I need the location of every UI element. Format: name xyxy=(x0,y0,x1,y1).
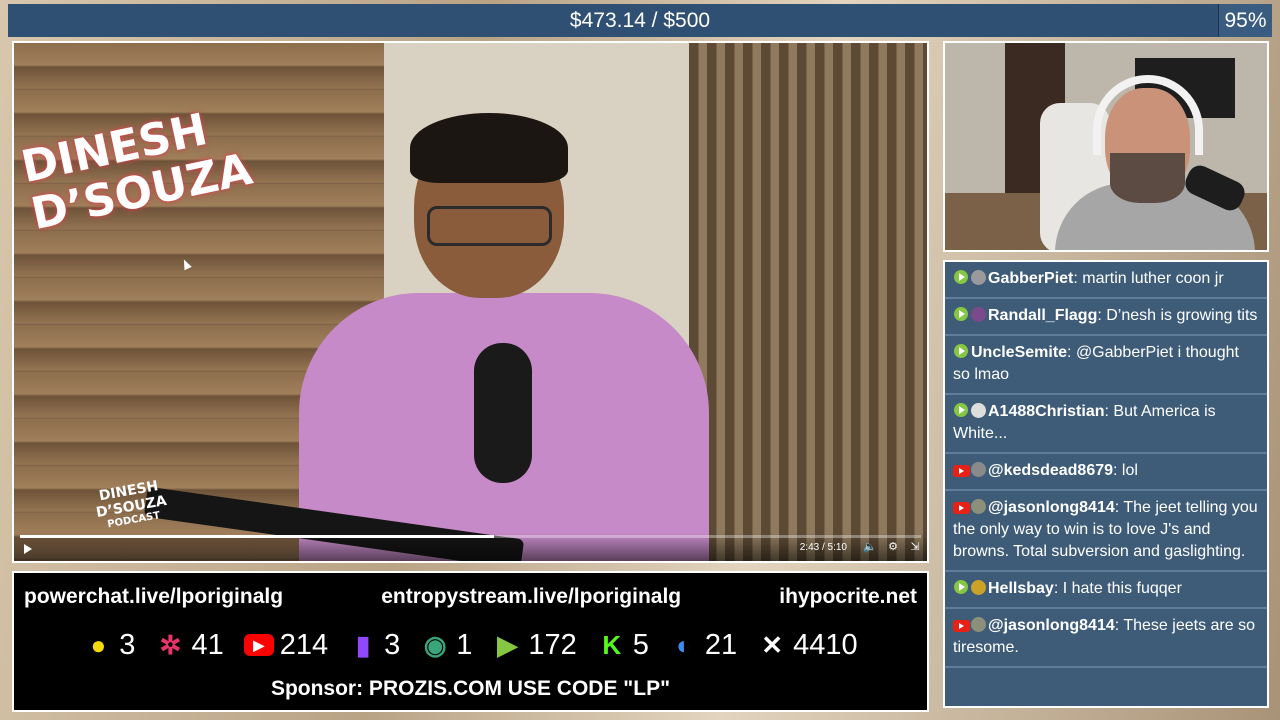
rumble-icon xyxy=(953,307,970,322)
video-progress-track[interactable] xyxy=(20,535,921,538)
player-controls: 2:43 / 5:10 🔈 ⚙ ⇲ xyxy=(14,533,927,561)
twitch-icon: ▮ xyxy=(355,630,371,660)
info-panel: powerchat.live/lporiginalg entropystream… xyxy=(12,571,929,712)
link-ihypocrite[interactable]: ihypocrite.net xyxy=(779,585,917,613)
kick-icon: K xyxy=(602,630,622,660)
volume-icon[interactable]: 🔈 xyxy=(863,541,877,553)
video-progress-fill xyxy=(20,535,494,538)
rumble-icon xyxy=(953,403,970,418)
sponsor-text: Sponsor: PROZIS.COM USE CODE "LP" xyxy=(270,677,671,700)
robot-face-icon: ● xyxy=(90,630,107,660)
donation-goal-bar: $473.14 / $500 95% xyxy=(8,4,1272,37)
avatar xyxy=(971,462,986,477)
stat-value: 172 xyxy=(528,628,577,661)
chat-message: Hellsbay: I hate this fuqqer xyxy=(945,572,1267,609)
moon-icon: ◐ xyxy=(676,630,692,660)
podcast-microphone xyxy=(474,343,532,483)
viewer-stats-row: ● 3 ✲ 41 ▶ 214 ▮ 3 ◉ 1 ▶ 172 K 5 ◐ 21 ✕ 4410 xyxy=(14,625,927,665)
stat-value: 4410 xyxy=(793,628,858,661)
links-row: powerchat.live/lporiginalg entropystream… xyxy=(14,585,927,613)
chat-username[interactable]: @kedsdead8679 xyxy=(988,462,1113,479)
stat-twitch: ▮ 3 xyxy=(348,629,400,662)
chat-username[interactable]: @jasonlong8414 xyxy=(988,499,1115,516)
chat-message: UncleSemite: @GabberPiet i thought so lm… xyxy=(945,336,1267,395)
youtube-icon xyxy=(953,502,970,514)
stat-value: 21 xyxy=(704,628,738,661)
streamer-webcam xyxy=(943,41,1269,252)
chat-username[interactable]: Randall_Flagg xyxy=(988,307,1097,324)
stat-value: 3 xyxy=(119,628,136,661)
stat-youtube: ▶ 214 xyxy=(243,628,329,662)
play-icon[interactable] xyxy=(24,544,32,554)
host-hair xyxy=(410,113,568,183)
stat-moon: ◐ 21 xyxy=(669,629,737,662)
goal-amount: $473.14 / $500 xyxy=(569,9,711,32)
globe-icon: ◉ xyxy=(423,630,447,660)
streamer-beard xyxy=(1110,153,1185,203)
avatar xyxy=(971,403,986,418)
goal-percent: 95% xyxy=(1218,4,1272,37)
stat-dancer: ✲ 41 xyxy=(155,628,224,662)
chat-message: Randall_Flagg: D’nesh is growing tits xyxy=(945,299,1267,336)
chat-username[interactable]: Hellsbay xyxy=(988,580,1054,597)
settings-gear-icon[interactable]: ⚙ xyxy=(887,541,899,553)
rumble-icon xyxy=(953,270,970,285)
youtube-icon: ▶ xyxy=(243,634,274,656)
chat-username[interactable]: UncleSemite xyxy=(971,344,1067,361)
stat-value: 214 xyxy=(279,628,329,661)
stat-globe: ◉ 1 xyxy=(420,629,472,662)
chat-message: @kedsdead8679: lol xyxy=(945,454,1267,491)
stat-robot-face: ● 3 xyxy=(83,629,135,662)
chat-text: : I hate this fuqqer xyxy=(1053,580,1182,597)
video-time: 2:43 / 5:10 xyxy=(799,542,847,553)
stat-x: ✕ 4410 xyxy=(757,628,858,662)
chat-username[interactable]: @jasonlong8414 xyxy=(988,617,1115,634)
avatar xyxy=(971,617,986,632)
link-powerchat[interactable]: powerchat.live/lporiginalg xyxy=(24,585,283,613)
dancer-icon: ✲ xyxy=(159,630,182,660)
stat-value: 5 xyxy=(632,628,649,661)
chat-text: : lol xyxy=(1113,462,1138,479)
chat-message: @jasonlong8414: The jeet telling you the… xyxy=(945,491,1267,572)
chat-text: : martin luther coon jr xyxy=(1073,270,1224,287)
stat-kick: K5 xyxy=(597,629,649,662)
youtube-icon xyxy=(953,465,970,477)
rumble-icon xyxy=(953,344,970,359)
stat-value: 1 xyxy=(456,628,473,661)
chat-message: @jasonlong8414: These jeets are so tires… xyxy=(945,609,1267,668)
window-blinds xyxy=(689,43,927,561)
main-video-player[interactable]: DINESH D’SOUZA DINESH D’SOUZA PODCAST 2:… xyxy=(12,41,929,563)
chat-username[interactable]: A1488Christian xyxy=(988,403,1105,420)
rumble-icon: ▶ xyxy=(497,630,518,660)
chat-message: A1488Christian: But America is White... xyxy=(945,395,1267,454)
chat-username[interactable]: GabberPiet xyxy=(988,270,1073,287)
fullscreen-icon[interactable]: ⇲ xyxy=(909,541,921,553)
link-entropystream[interactable]: entropystream.live/lporiginalg xyxy=(381,585,681,613)
avatar xyxy=(971,307,986,322)
rumble-icon xyxy=(953,580,970,595)
stat-rumble: ▶ 172 xyxy=(492,629,576,662)
stat-value: 41 xyxy=(191,628,224,661)
chat-panel: GabberPiet: martin luther coon jr Randall… xyxy=(943,260,1269,708)
chat-message: GabberPiet: martin luther coon jr xyxy=(945,262,1267,299)
stat-value: 3 xyxy=(384,628,401,661)
youtube-icon xyxy=(953,620,970,632)
chat-text: : D’nesh is growing tits xyxy=(1097,307,1258,324)
avatar xyxy=(971,499,986,514)
avatar xyxy=(971,580,986,595)
x-icon: ✕ xyxy=(761,630,784,660)
host-glasses xyxy=(427,206,552,246)
avatar xyxy=(971,270,986,285)
